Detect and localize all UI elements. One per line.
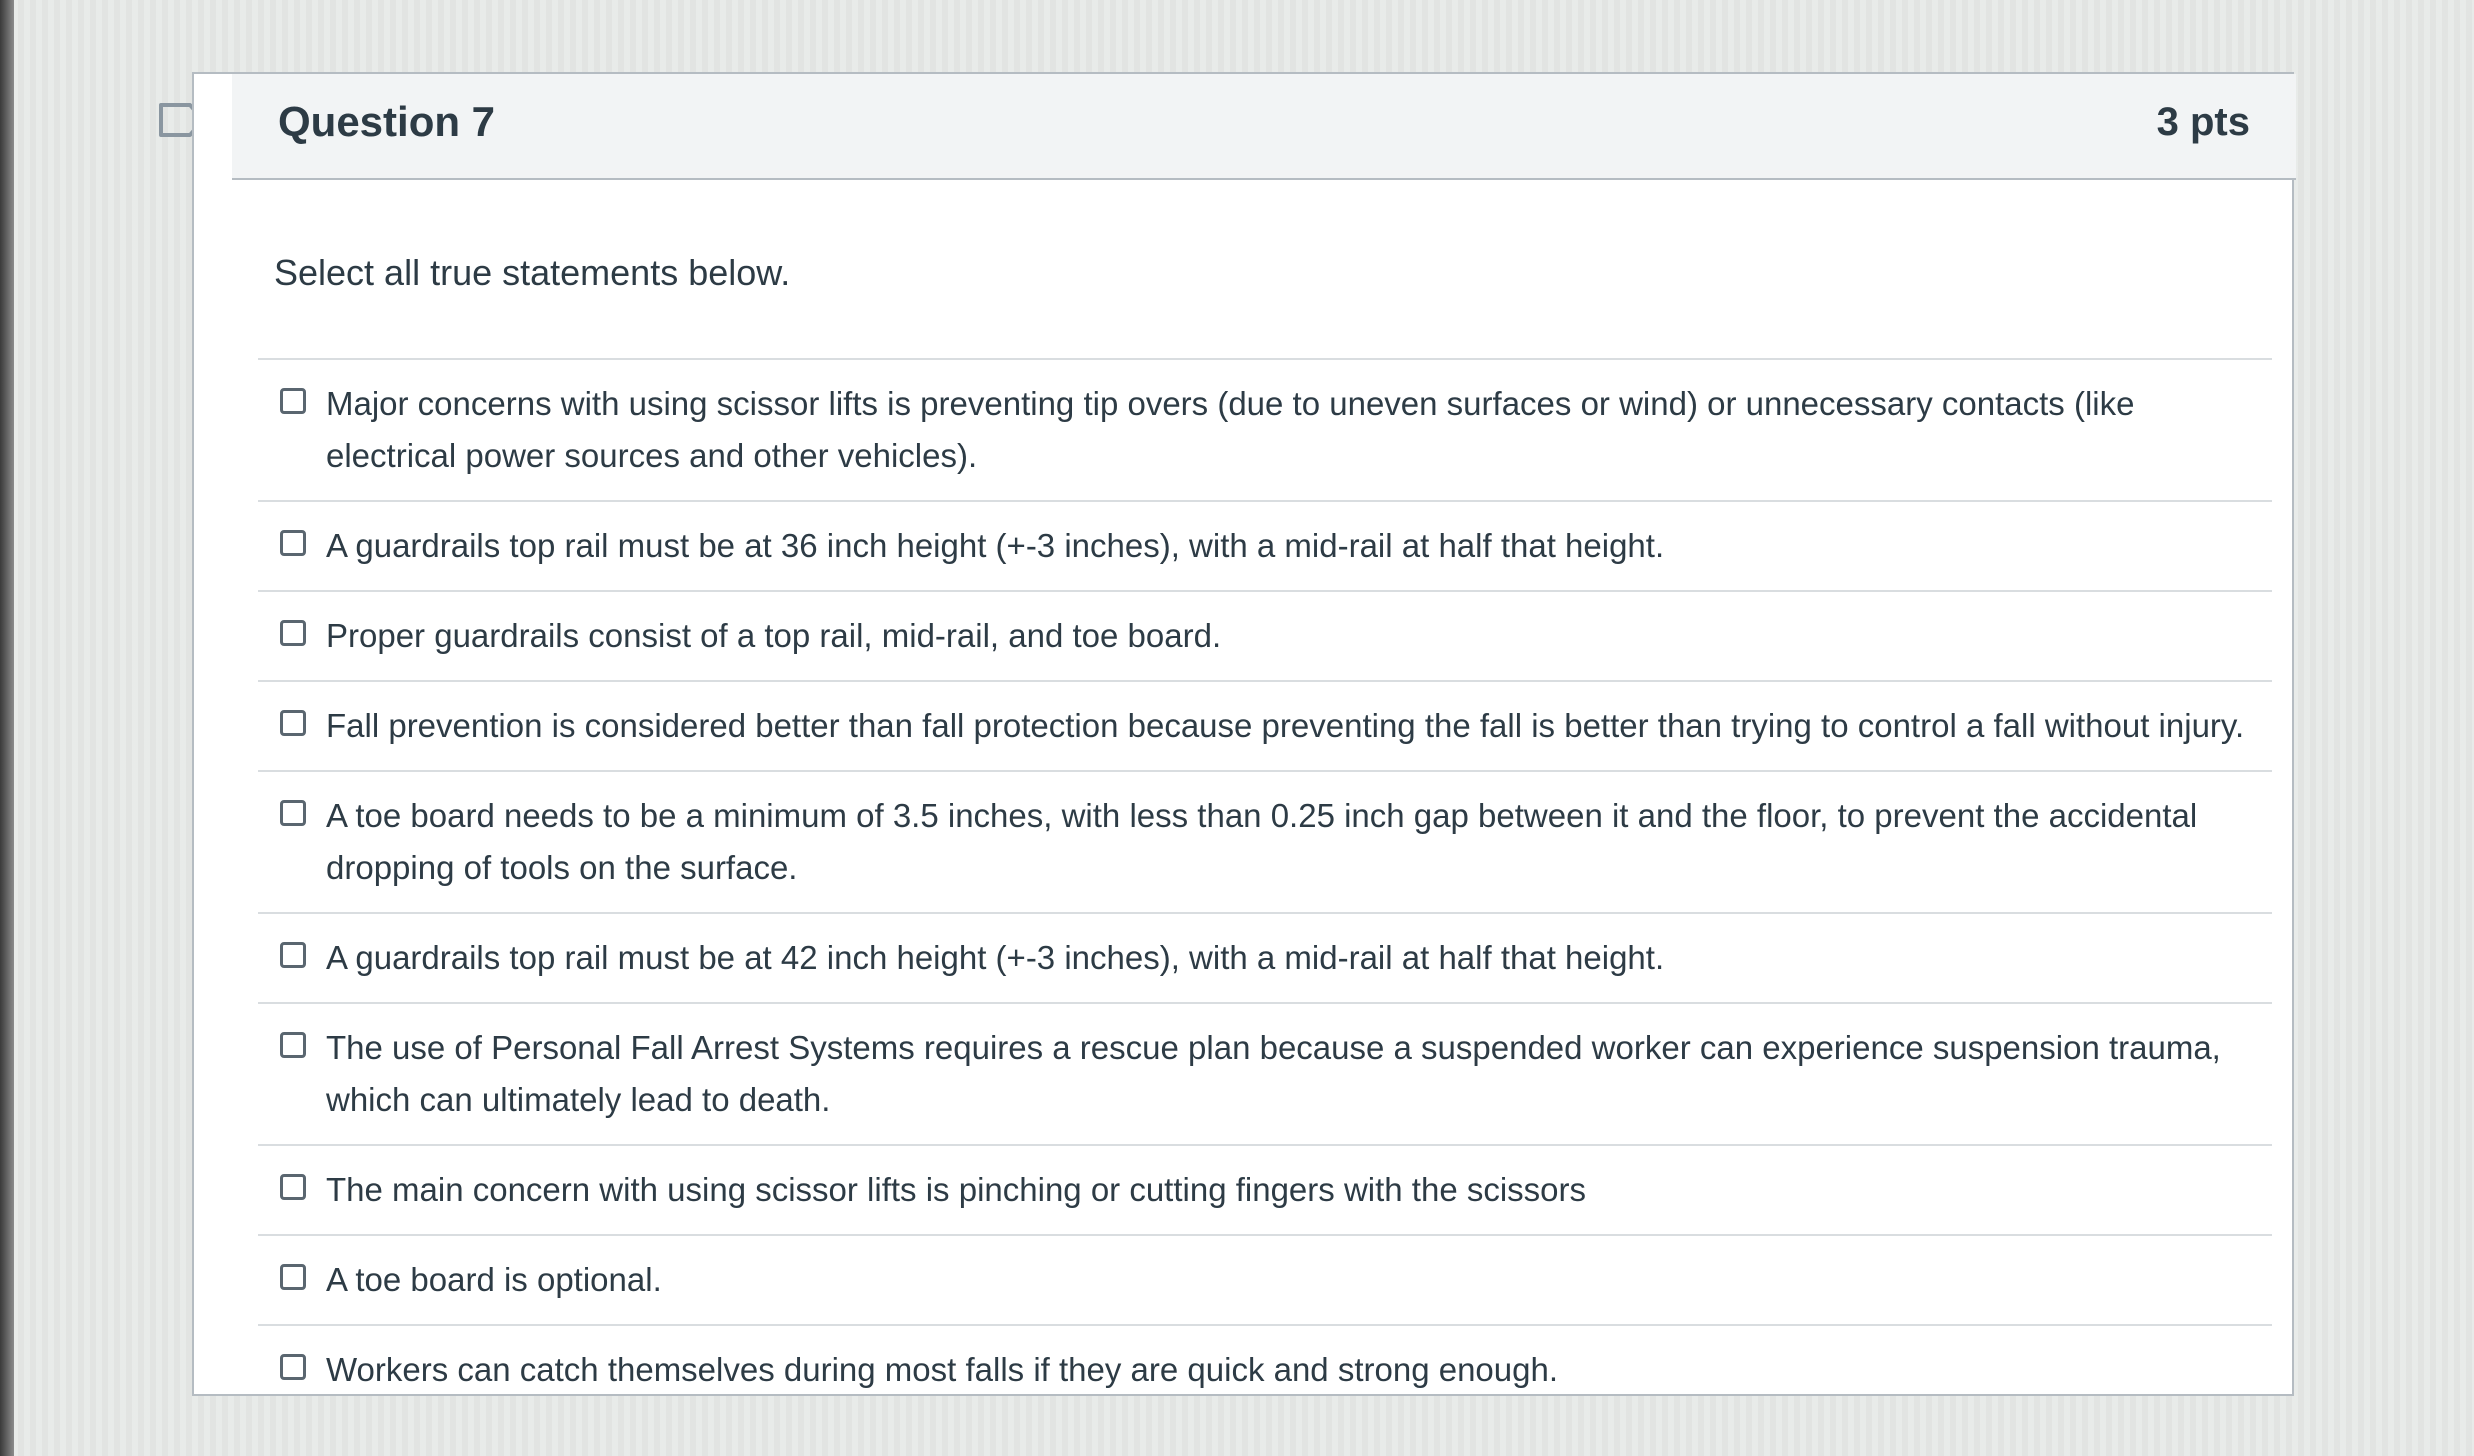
- answer-label[interactable]: Proper guardrails consist of a top rail,…: [326, 610, 1221, 662]
- answer-checkbox[interactable]: [280, 1174, 306, 1200]
- answer-option[interactable]: The use of Personal Fall Arrest Systems …: [258, 1004, 2272, 1146]
- answer-checkbox[interactable]: [280, 1354, 306, 1380]
- answer-label[interactable]: Major concerns with using scissor lifts …: [326, 378, 2252, 482]
- answer-checkbox[interactable]: [280, 942, 306, 968]
- question-title: Question 7: [278, 98, 496, 145]
- answer-option[interactable]: Fall prevention is considered better tha…: [258, 682, 2272, 772]
- answer-option[interactable]: A guardrails top rail must be at 42 inch…: [258, 914, 2272, 1004]
- answer-label[interactable]: Workers can catch themselves during most…: [326, 1344, 1558, 1396]
- answer-label[interactable]: Fall prevention is considered better tha…: [326, 700, 2244, 752]
- answer-option[interactable]: Major concerns with using scissor lifts …: [258, 360, 2272, 502]
- answer-checkbox[interactable]: [280, 388, 306, 414]
- answer-option[interactable]: A toe board is optional.: [258, 1236, 2272, 1326]
- answer-option[interactable]: A guardrails top rail must be at 36 inch…: [258, 502, 2272, 592]
- answer-checkbox[interactable]: [280, 710, 306, 736]
- answer-option[interactable]: Proper guardrails consist of a top rail,…: [258, 592, 2272, 682]
- answer-checkbox[interactable]: [280, 1264, 306, 1290]
- answer-label[interactable]: The main concern with using scissor lift…: [326, 1164, 1586, 1216]
- answer-checkbox[interactable]: [280, 530, 306, 556]
- answer-label[interactable]: A guardrails top rail must be at 36 inch…: [326, 520, 1664, 572]
- answer-label[interactable]: A toe board is optional.: [326, 1254, 662, 1306]
- answer-label[interactable]: A guardrails top rail must be at 42 inch…: [326, 932, 1664, 984]
- answer-checkbox[interactable]: [280, 800, 306, 826]
- answer-option[interactable]: Workers can catch themselves during most…: [258, 1326, 2272, 1414]
- answer-label[interactable]: The use of Personal Fall Arrest Systems …: [326, 1022, 2252, 1126]
- answer-checkbox[interactable]: [280, 1032, 306, 1058]
- answer-option[interactable]: A toe board needs to be a minimum of 3.5…: [258, 772, 2272, 914]
- answer-checkbox[interactable]: [280, 620, 306, 646]
- answer-label[interactable]: A toe board needs to be a minimum of 3.5…: [326, 790, 2252, 894]
- question-header: Question 7 3 pts: [232, 74, 2296, 180]
- answer-option[interactable]: The main concern with using scissor lift…: [258, 1146, 2272, 1236]
- answer-list: Major concerns with using scissor lifts …: [258, 358, 2272, 1414]
- question-points: 3 pts: [2156, 100, 2250, 144]
- screen-bezel: [0, 0, 14, 1456]
- question-card: Question 7 3 pts Select all true stateme…: [192, 72, 2296, 1396]
- question-prompt: Select all true statements below.: [274, 252, 791, 293]
